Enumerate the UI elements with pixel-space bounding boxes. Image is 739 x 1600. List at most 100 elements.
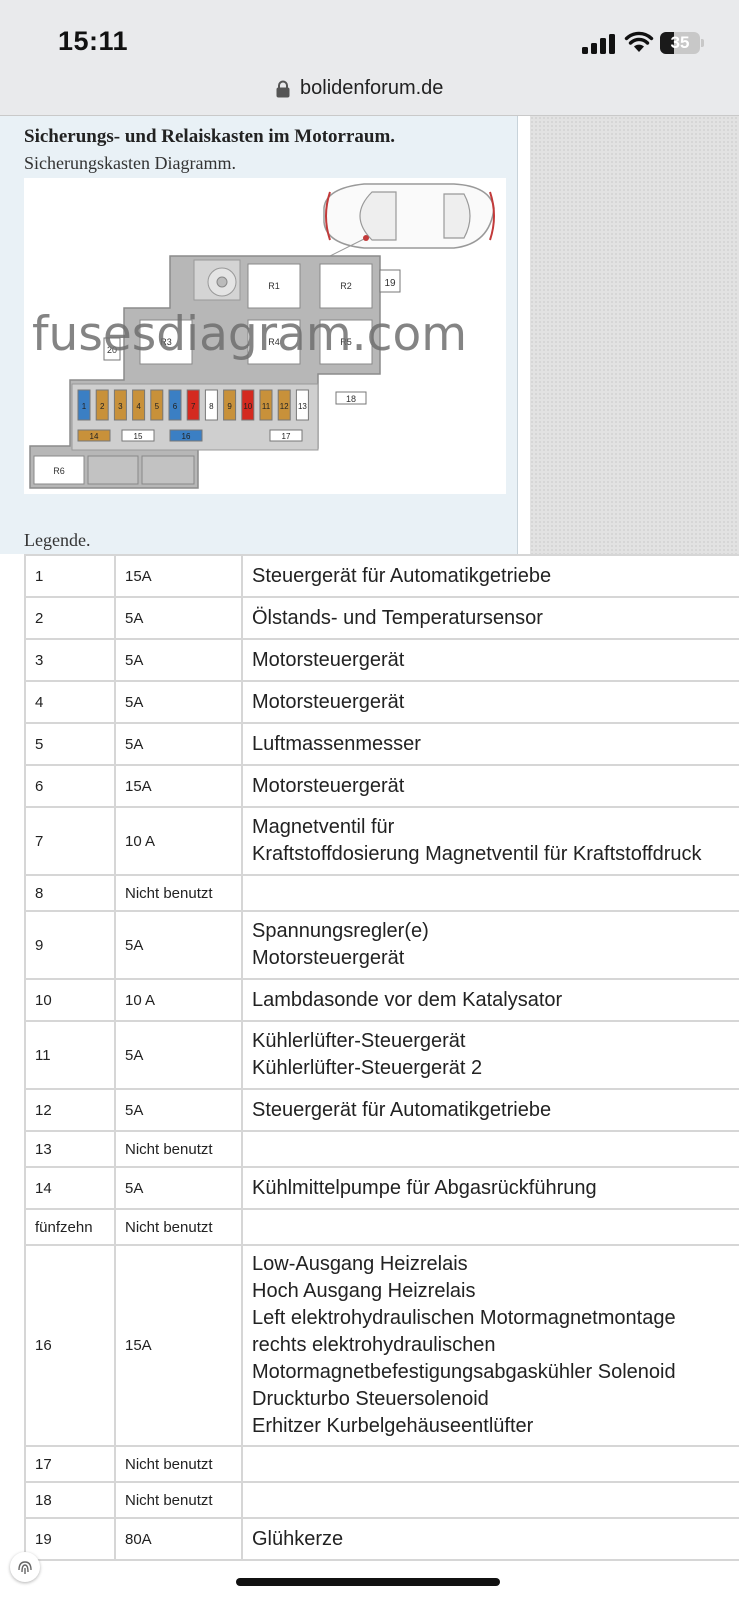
page-content[interactable]: Sicherungs- und Relaiskasten im Motorrau… [0,116,739,1600]
fuse-description: Steuergerät für Automatikgetriebe [241,554,739,598]
fuse-amperage: 10 A [114,978,243,1022]
fuse-amperage: 10 A [114,806,243,876]
fingerprint-icon[interactable] [10,1552,40,1582]
fuse-label-17: 17 [282,432,291,441]
fuse-number: 5 [24,722,116,766]
fuse-label-15: 15 [134,432,143,441]
fuse-label-13: 13 [298,402,307,411]
home-indicator[interactable] [236,1578,500,1586]
battery-icon: 35 [660,32,704,54]
cellular-signal-icon [582,34,615,54]
fuse-number: 11 [24,1020,116,1090]
battery-percent: 35 [670,33,690,52]
relay-label-R2: R2 [340,281,352,291]
table-row: 7 10 A Magnetventil für Kraftstoffdosierung… [24,806,739,876]
fuse-description [241,1481,739,1519]
fuse-label-11: 11 [262,402,271,411]
fuse-label-16: 16 [182,432,191,441]
fuse-amperage: Nicht benutzt [114,1481,243,1519]
description-line: Glühkerze [252,1527,344,1550]
fuse-description [241,874,739,912]
fuse-table: 1 15A Steuergerät für Automatikgetriebe 2 5A… [24,554,739,1561]
table-row: 9 5A Spannungsregler(e) Motorsteuergerät [24,910,739,980]
fuse-number: 4 [24,680,116,724]
table-row: 19 80A Glühkerze [24,1517,739,1561]
fuse-description [241,1130,739,1168]
wifi-icon [624,31,654,52]
fuse-description: Glühkerze [241,1517,739,1561]
fuse-number: 17 [24,1445,116,1483]
table-row: 14 5A Kühlmittelpumpe für Abgasrückführung [24,1166,739,1210]
diagram-label-18: 18 [346,394,356,404]
description-line: Hoch Ausgang Heizrelais [252,1280,476,1302]
description-line: Kraftstoffdosierung Magnetventil für Kra… [252,843,702,865]
description-line: Motorsteuergerät [252,947,405,969]
fuse-label-4: 4 [136,402,141,411]
fuse-amperage: 5A [114,1020,243,1090]
fuse-amperage: Nicht benutzt [114,874,243,912]
description-line: Erhitzer Kurbelgehäuseentlüfter [252,1415,534,1437]
table-row: 5 5A Luftmassenmesser [24,722,739,766]
description-line: Druckturbo Steuersolenoid [252,1388,489,1410]
fuse-label-8: 8 [209,402,214,411]
fuse-number: 2 [24,596,116,640]
fuse-number: 9 [24,910,116,980]
fuse-amperage: 15A [114,1244,243,1447]
description-line: Spannungsregler(e) [252,920,429,942]
fuse-label-1: 1 [82,402,87,411]
fuse-label-2: 2 [100,402,105,411]
fuse-number: 1 [24,554,116,598]
fuse-amperage: 5A [114,680,243,724]
description-line: rechts elektrohydraulischen [252,1334,496,1356]
fuse-description: Lambdasonde vor dem Katalysator [241,978,739,1022]
table-row: fünfzehn Nicht benutzt [24,1208,739,1246]
table-row: 18 Nicht benutzt [24,1481,739,1519]
fuse-amperage: Nicht benutzt [114,1130,243,1168]
description-line: Motorsteuergerät [252,690,405,713]
fuse-label-10: 10 [243,402,252,411]
fuse-amperage: Nicht benutzt [114,1445,243,1483]
article-title: Sicherungs- und Relaiskasten im Motorrau… [24,126,396,147]
url-text[interactable]: bolidenforum.de [300,77,443,100]
fuse-label-5: 5 [155,402,160,411]
fuse-label-7: 7 [191,402,196,411]
fuse-number: 6 [24,764,116,808]
description-line: Left elektrohydraulischen Motormagnetmon… [252,1307,676,1329]
legend-heading: Legende. [24,530,91,550]
table-row: 17 Nicht benutzt [24,1445,739,1483]
fuse-label-14: 14 [90,432,99,441]
fuse-amperage: 5A [114,910,243,980]
fuse-amperage: Nicht benutzt [114,1208,243,1246]
relay-label-R6: R6 [53,466,65,476]
fuse-description [241,1208,739,1246]
description-line: Kühlerlüfter-Steuergerät 2 [252,1057,483,1079]
description-line: Luftmassenmesser [252,732,421,755]
fuse-amperage: 80A [114,1517,243,1561]
fuse-description: Motorsteuergerät [241,764,739,808]
fuse-description: Spannungsregler(e) Motorsteuergerät [241,910,739,980]
fuse-amperage: 5A [114,638,243,682]
fuse-description: Motorsteuergerät [241,638,739,682]
fuse-description: Luftmassenmesser [241,722,739,766]
table-row: 2 5A Ölstands- und Temperatursensor [24,596,739,640]
description-line: Motorsteuergerät [252,648,405,671]
table-row: 13 Nicht benutzt [24,1130,739,1168]
fuse-label-12: 12 [280,402,289,411]
fuse-amperage: 5A [114,1088,243,1132]
bolt-connector-icon [193,259,241,301]
fuse-number: 3 [24,638,116,682]
table-row: 4 5A Motorsteuergerät [24,680,739,724]
fuse-amperage: 5A [114,1166,243,1210]
table-row: 16 15A Low-Ausgang Heizrelais Hoch Ausgang … [24,1244,739,1447]
fuse-number: 13 [24,1130,116,1168]
description-line: Low-Ausgang Heizrelais [252,1253,468,1275]
fuse-description: Ölstands- und Temperatursensor [241,596,739,640]
fuse-number: fünfzehn [24,1208,116,1246]
fuse-description: Magnetventil für Kraftstoffdosierung Magn… [241,806,739,876]
fuse-number: 16 [24,1244,116,1447]
table-row: 6 15A Motorsteuergerät [24,764,739,808]
fuse-number: 18 [24,1481,116,1519]
fuse-amperage: 15A [114,554,243,598]
fuse-number: 12 [24,1088,116,1132]
fuse-number: 7 [24,806,116,876]
